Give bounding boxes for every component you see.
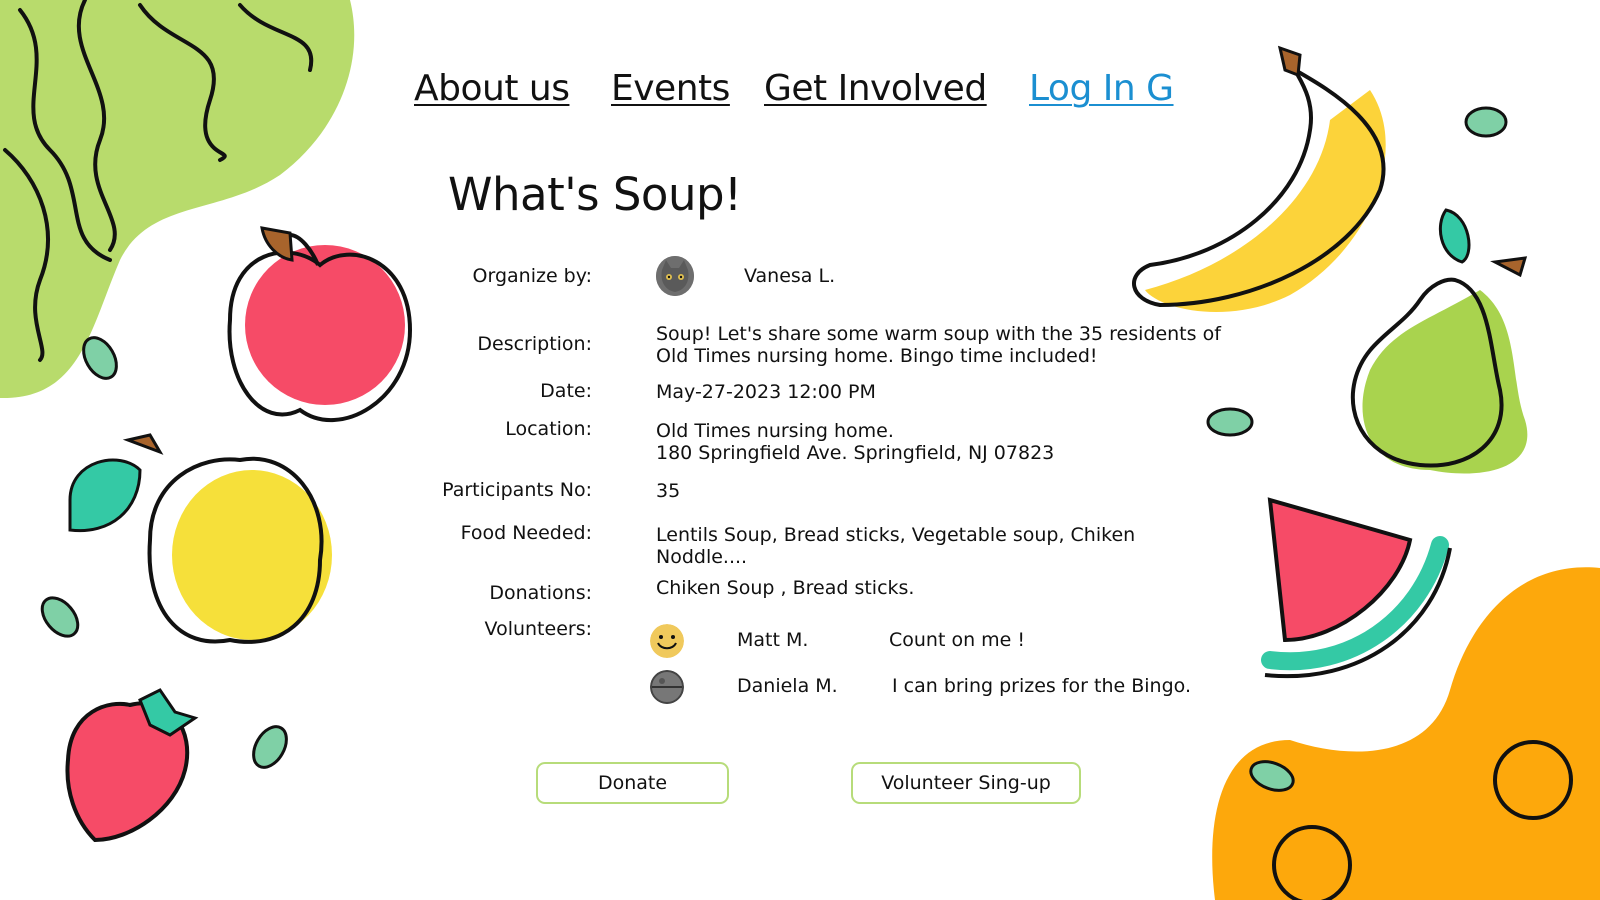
volunteers-label: Volunteers:: [484, 618, 592, 640]
volunteer-name: Matt M.: [737, 629, 809, 651]
location-line-2: 180 Springfield Ave. Springfield, NJ 078…: [656, 442, 1055, 464]
location-line-1: Old Times nursing home.: [656, 420, 894, 442]
organizer-name: Vanesa L.: [744, 265, 836, 287]
nav-login-link[interactable]: Log In G: [1029, 68, 1174, 109]
food-needed-line-2: Noddle....: [656, 546, 748, 568]
orange-blob: [1212, 567, 1600, 900]
smiley-avatar-icon: [650, 624, 684, 658]
event-title: What's Soup!: [448, 168, 742, 221]
volunteer-message: Count on me !: [889, 629, 1026, 651]
watermelon-illustration: [1261, 497, 1452, 679]
planet-avatar-icon: [650, 670, 684, 704]
cat-avatar-icon: [656, 256, 694, 296]
lemon-illustration: [68, 433, 332, 644]
volunteer-message: I can bring prizes for the Bingo.: [892, 675, 1191, 697]
date-label: Date:: [540, 380, 592, 402]
description-line-1: Soup! Let's share some warm soup with th…: [656, 323, 1221, 345]
description-label: Description:: [477, 333, 592, 355]
donations-label: Donations:: [489, 582, 592, 604]
strawberry-illustration: [65, 688, 199, 843]
participants-value: 35: [656, 480, 681, 502]
donations-value: Chiken Soup , Bread sticks.: [656, 577, 915, 599]
organizer-avatar: [656, 256, 694, 296]
location-label: Location:: [505, 418, 592, 440]
food-needed-line-1: Lentils Soup, Bread sticks, Vegetable so…: [656, 524, 1136, 546]
top-navigation: About us Events Get Involved Log In G: [0, 68, 1600, 118]
volunteer-avatar: [650, 670, 684, 704]
volunteer-name: Daniela M.: [737, 675, 838, 697]
volunteer-avatar: [650, 624, 684, 658]
date-value: May-27-2023 12:00 PM: [656, 381, 876, 403]
description-line-2: Old Times nursing home. Bingo time inclu…: [656, 345, 1098, 367]
organizer-label: Organize by:: [472, 265, 592, 287]
food-needed-label: Food Needed:: [460, 522, 592, 544]
donate-button[interactable]: Donate: [536, 762, 729, 804]
nav-about-us-link[interactable]: About us: [414, 68, 570, 109]
nav-get-involved-link[interactable]: Get Involved: [764, 68, 987, 109]
pear-illustration: [1350, 208, 1528, 474]
volunteer-signup-button[interactable]: Volunteer Sing-up: [851, 762, 1081, 804]
participants-label: Participants No:: [442, 479, 592, 501]
nav-events-link[interactable]: Events: [611, 68, 730, 109]
green-blob: [0, 0, 355, 399]
apple-illustration: [227, 226, 413, 422]
